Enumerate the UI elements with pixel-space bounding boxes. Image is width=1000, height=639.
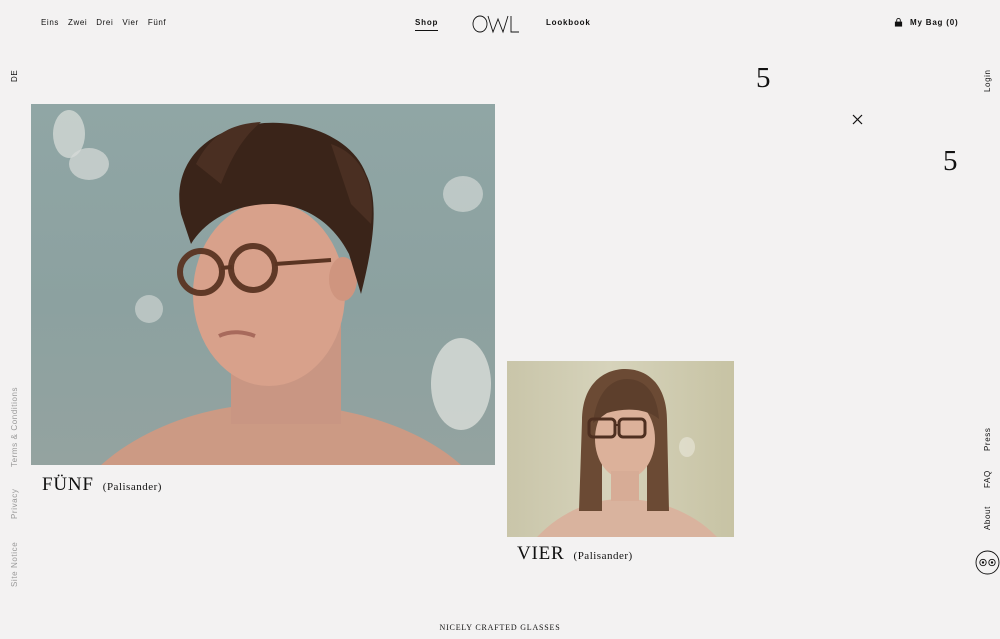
woman-portrait-image xyxy=(537,369,717,537)
site-notice-link[interactable]: Site Notice xyxy=(10,542,19,587)
product-name: FÜNF xyxy=(42,474,94,495)
faq-link[interactable]: FAQ xyxy=(983,470,992,488)
nav-lookbook-link[interactable]: Lookbook xyxy=(546,18,591,27)
nav-item-drei[interactable]: Drei xyxy=(96,18,113,27)
about-link[interactable]: About xyxy=(983,506,992,530)
close-icon[interactable] xyxy=(852,114,863,125)
product-number-top: 5 xyxy=(756,62,771,94)
owl-eyes-icon[interactable] xyxy=(975,550,1000,575)
nav-item-vier[interactable]: Vier xyxy=(122,18,138,27)
product-photo-fuenf[interactable] xyxy=(31,104,495,465)
bag-icon xyxy=(894,18,903,27)
nav-item-eins[interactable]: Eins xyxy=(41,18,59,27)
my-bag-button[interactable]: My Bag (0) xyxy=(894,18,958,27)
terms-link[interactable]: Terms & Conditions xyxy=(10,387,19,467)
nav-item-zwei[interactable]: Zwei xyxy=(68,18,87,27)
product-photo-vier[interactable] xyxy=(507,361,734,537)
nav-item-fuenf[interactable]: Fünf xyxy=(148,18,166,27)
product-caption-vier[interactable]: VIER (Palisander) xyxy=(517,543,633,565)
login-link[interactable]: Login xyxy=(983,69,992,92)
privacy-link[interactable]: Privacy xyxy=(10,489,19,519)
language-switch[interactable]: DE xyxy=(10,70,19,82)
owl-logo[interactable] xyxy=(472,14,520,34)
product-material: (Palisander) xyxy=(102,481,162,493)
man-portrait-image xyxy=(53,110,491,465)
product-caption-fuenf[interactable]: FÜNF (Palisander) xyxy=(42,474,162,496)
product-material: (Palisander) xyxy=(573,550,633,562)
press-link[interactable]: Press xyxy=(983,428,992,451)
my-bag-label: My Bag (0) xyxy=(910,18,959,27)
main-nav-left: Eins Zwei Drei Vier Fünf xyxy=(41,18,166,27)
product-number-side: 5 xyxy=(943,145,958,177)
product-name: VIER xyxy=(517,543,565,564)
nav-shop-link[interactable]: Shop xyxy=(415,18,439,31)
footer-tagline: NICELY CRAFTED GLASSES xyxy=(439,623,561,632)
